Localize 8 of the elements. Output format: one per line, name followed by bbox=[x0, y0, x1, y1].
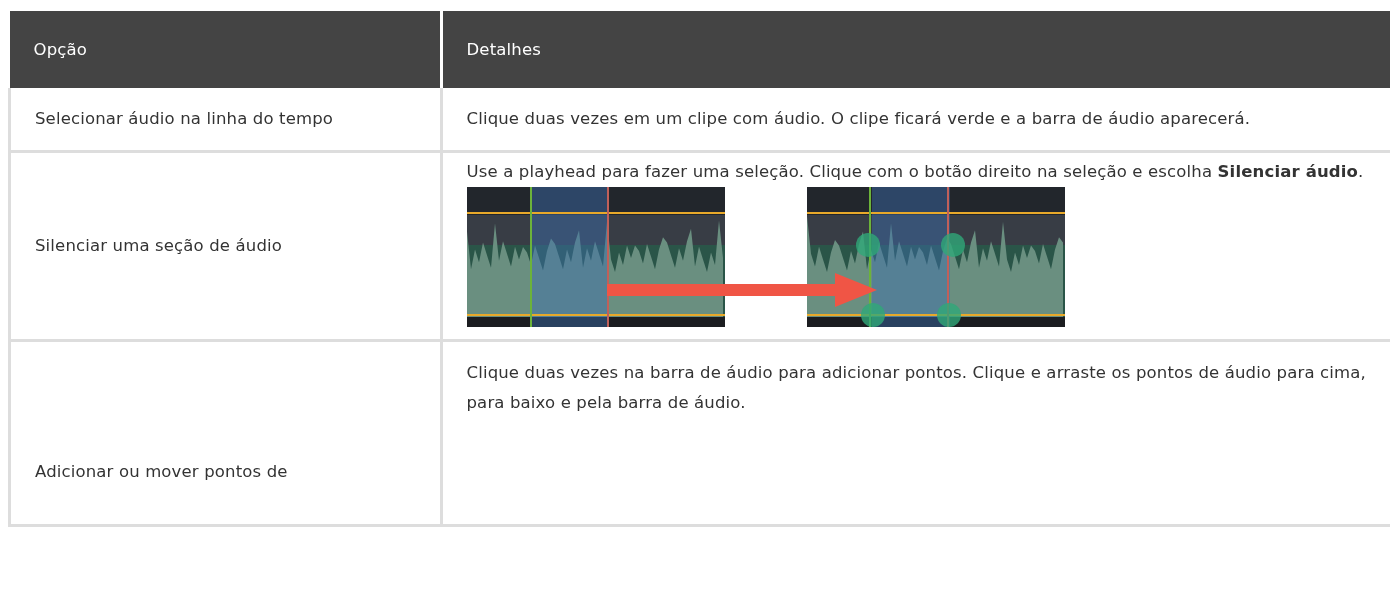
details-text: Clique duas vezes em um clipe com áudio. O clipe ficará verde e a barra de áudio aparecerá. bbox=[466, 108, 1252, 130]
option-text: Adicionar ou mover pontos de bbox=[35, 462, 288, 481]
details-text: Clique duas vezes na barra de áudio para adicionar pontos. Clique e arraste os pontos de áudio para cima, para baixo e pela barra de áudio. bbox=[466, 362, 1366, 414]
option-text: Selecionar áudio na linha do tempo bbox=[35, 109, 334, 128]
option-text: Silenciar uma seção de áudio bbox=[35, 236, 282, 255]
column-header: Detalhes bbox=[441, 11, 1390, 88]
details-text: Use a playhead para fazer uma seleção. Clique com o botão direito na seleção e escolha Silenciar áudio. bbox=[466, 161, 1365, 183]
column-header: Opção bbox=[9, 11, 441, 88]
